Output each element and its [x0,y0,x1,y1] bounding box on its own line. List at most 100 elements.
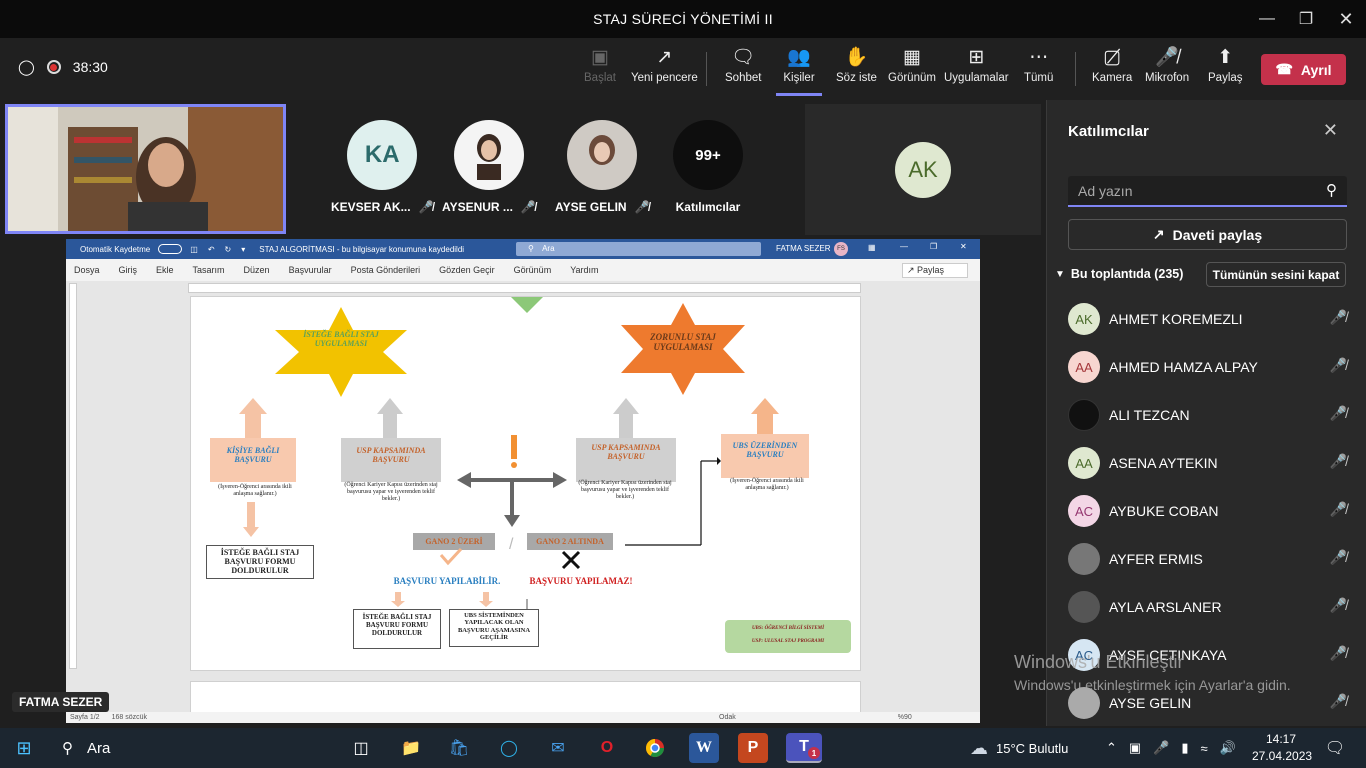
share-invite-button[interactable]: ↗ Daveti paylaş [1068,219,1347,250]
taskbar: ⊞ ⚲ Ara ◫ 📁 🛍 ◯ ✉ O W P T1 ☁ 15°C Bulutl… [0,728,1366,768]
view-button[interactable]: ▦ Görünüm [888,44,936,96]
focus-button[interactable]: Odak [719,714,736,721]
mic-off-icon: 🎤̸ [1155,47,1179,68]
redo-icon[interactable]: ↻ [225,245,232,254]
chrome-icon[interactable] [640,733,670,763]
wifi-icon[interactable]: ≈ [1201,741,1208,756]
avatar: AC [1068,495,1100,527]
speaker-icon[interactable]: 🔊 [1220,740,1236,756]
participant-row[interactable]: AA AHMED HAMZA ALPAY 🎤̸ [1047,343,1366,391]
leave-button[interactable]: ☎ Ayrıl [1261,54,1346,85]
in-meeting-section-toggle[interactable]: ▼ Bu toplantıda (235) [1055,267,1183,281]
participant-tile[interactable]: KA KEVSER AK... 🎤̸ [331,120,434,214]
participant-tile-large[interactable]: AK [805,104,1041,235]
word-icon[interactable]: W [689,733,719,763]
mail-icon[interactable]: ✉ [543,733,573,763]
people-button[interactable]: 👥 Kişiler [776,44,822,96]
maximize-icon[interactable]: ❐ [1286,0,1326,38]
menu-item[interactable]: Ekle [156,265,174,275]
menu-item[interactable]: Gözden Geçir [439,265,495,275]
weather-widget[interactable]: ☁ 15°C Bulutlu [970,728,1068,768]
participant-row[interactable]: AA ASENA AYTEKIN 🎤̸ [1047,439,1366,487]
notification-badge: 1 [808,747,820,759]
word-share-button[interactable]: ↗ Paylaş [901,262,968,278]
task-view-icon[interactable]: ◫ [346,733,376,763]
menu-item[interactable]: Yardım [570,265,598,275]
powerpoint-icon[interactable]: P [738,733,768,763]
menu-item[interactable]: Giriş [119,265,138,275]
close-window-icon[interactable]: ✕ [1326,0,1366,38]
participant-tile[interactable]: AYSENUR ... 🎤̸ [442,120,536,214]
participant-row[interactable]: ALI TEZCAN 🎤̸ [1047,391,1366,439]
file-explorer-icon[interactable]: 📁 [396,733,426,763]
camera-icon[interactable]: ▣ [1129,740,1141,756]
screen-icon: ▣ [591,47,609,68]
document-title: STAJ ALGORİTMASI - bu bilgisayar konumun… [259,244,465,254]
opera-icon[interactable]: O [592,733,622,763]
system-tray: ⌃ ▣ 🎤 ▮ ≈ 🔊 [1106,728,1236,768]
search-icon: ⚲ [1326,182,1337,199]
teams-icon[interactable]: T1 [786,733,822,763]
new-window-button[interactable]: ↗ Yeni pencere [631,44,698,96]
word-count[interactable]: 168 sözcük [112,714,147,721]
usp-application-box: USP KAPSAMINDA BAŞVURU [591,443,661,462]
word-close-icon[interactable]: ✕ [960,242,967,251]
mic-off-icon: 🎤̸ [418,200,434,214]
participant-row[interactable]: AYLA ARSLANER 🎤̸ [1047,583,1366,631]
ribbon-display-icon[interactable]: ▦ [868,243,876,252]
avatar: KA [347,120,418,190]
chat-button[interactable]: 🗨 Sohbet [725,44,761,96]
start-button[interactable]: ▣ Başlat [584,44,616,96]
participant-search-input[interactable]: Ad yazın ⚲ [1068,176,1347,207]
customize-icon[interactable]: ▾ [241,245,245,254]
battery-icon[interactable]: ▮ [1181,740,1188,756]
microphone-button[interactable]: 🎤̸ Mikrofon [1145,44,1189,96]
participant-row[interactable]: AYFER ERMIS 🎤̸ [1047,535,1366,583]
zoom-level[interactable]: %90 [898,714,912,721]
mute-all-button[interactable]: Tümünün sesini kapat [1206,262,1346,287]
taskbar-search[interactable]: ⚲ Ara [48,728,308,768]
participant-row[interactable]: AC AYBUKE COBAN 🎤̸ [1047,487,1366,535]
store-icon[interactable]: 🛍 [444,733,474,763]
clock[interactable]: 14:17 27.04.2023 [1252,731,1312,765]
form-box: İSTEĞE BAĞLI STAJ BAŞVURU FORMU DOLDURUL… [353,609,441,649]
meeting-status: ◯ 38:30 [18,58,108,76]
title-bar: STAJ SÜRECİ YÖNETİMİ II [0,0,1366,38]
menu-item[interactable]: Başvurular [289,265,332,275]
legend-usp: USP: ULUSAL STAJ PROGRAMI [751,639,825,644]
chevron-up-icon[interactable]: ⌃ [1106,740,1117,756]
word-search-box[interactable]: ⚲ Ara [516,242,761,256]
word-maximize-icon[interactable]: ❐ [930,242,937,251]
overflow-count: 99+ [673,120,743,190]
word-user-avatar: FS [834,242,848,256]
undo-icon[interactable]: ↶ [208,245,215,254]
people-icon: 👥 [787,47,811,68]
word-minimize-icon[interactable]: — [900,242,908,251]
page-count[interactable]: Sayfa 1/2 [70,714,100,721]
camera-button[interactable]: ▢̸ Kamera [1092,44,1132,96]
close-icon[interactable]: ✕ [1323,120,1338,141]
raise-hand-button[interactable]: ✋ Söz iste [836,44,877,96]
menu-item[interactable]: Düzen [244,265,270,275]
panel-title: Katılımcılar [1068,123,1149,140]
menu-item[interactable]: Posta Gönderileri [351,265,421,275]
minimize-icon[interactable]: — [1247,0,1287,38]
save-icon[interactable]: ◫ [190,245,198,254]
more-button[interactable]: ⋯ Tümü [1024,44,1053,96]
windows-start-icon[interactable]: ⊞ [9,733,39,763]
share-button[interactable]: ⬆ Paylaş [1208,44,1243,96]
notifications-icon[interactable]: 🗨 [1320,733,1350,763]
autosave-toggle[interactable] [158,244,183,254]
participants-overflow-tile[interactable]: 99+ Katılımcılar [673,120,743,214]
menu-item[interactable]: Dosya [74,265,100,275]
edge-icon[interactable]: ◯ [494,733,524,763]
participant-row[interactable]: AK AHMET KOREMEZLI 🎤̸ [1047,295,1366,343]
mandatory-internship-star: ZORUNLU STAJ UYGULAMASI [650,332,716,353]
menu-item[interactable]: Tasarım [193,265,225,275]
participant-tile[interactable]: AYSE GELIN 🎤̸ [555,120,650,214]
mic-off-icon: 🎤̸ [520,200,536,214]
menu-item[interactable]: Görünüm [514,265,552,275]
avatar [1068,591,1100,623]
microphone-icon[interactable]: 🎤 [1153,740,1169,756]
apps-button[interactable]: ⊞ Uygulamalar [944,44,1009,96]
